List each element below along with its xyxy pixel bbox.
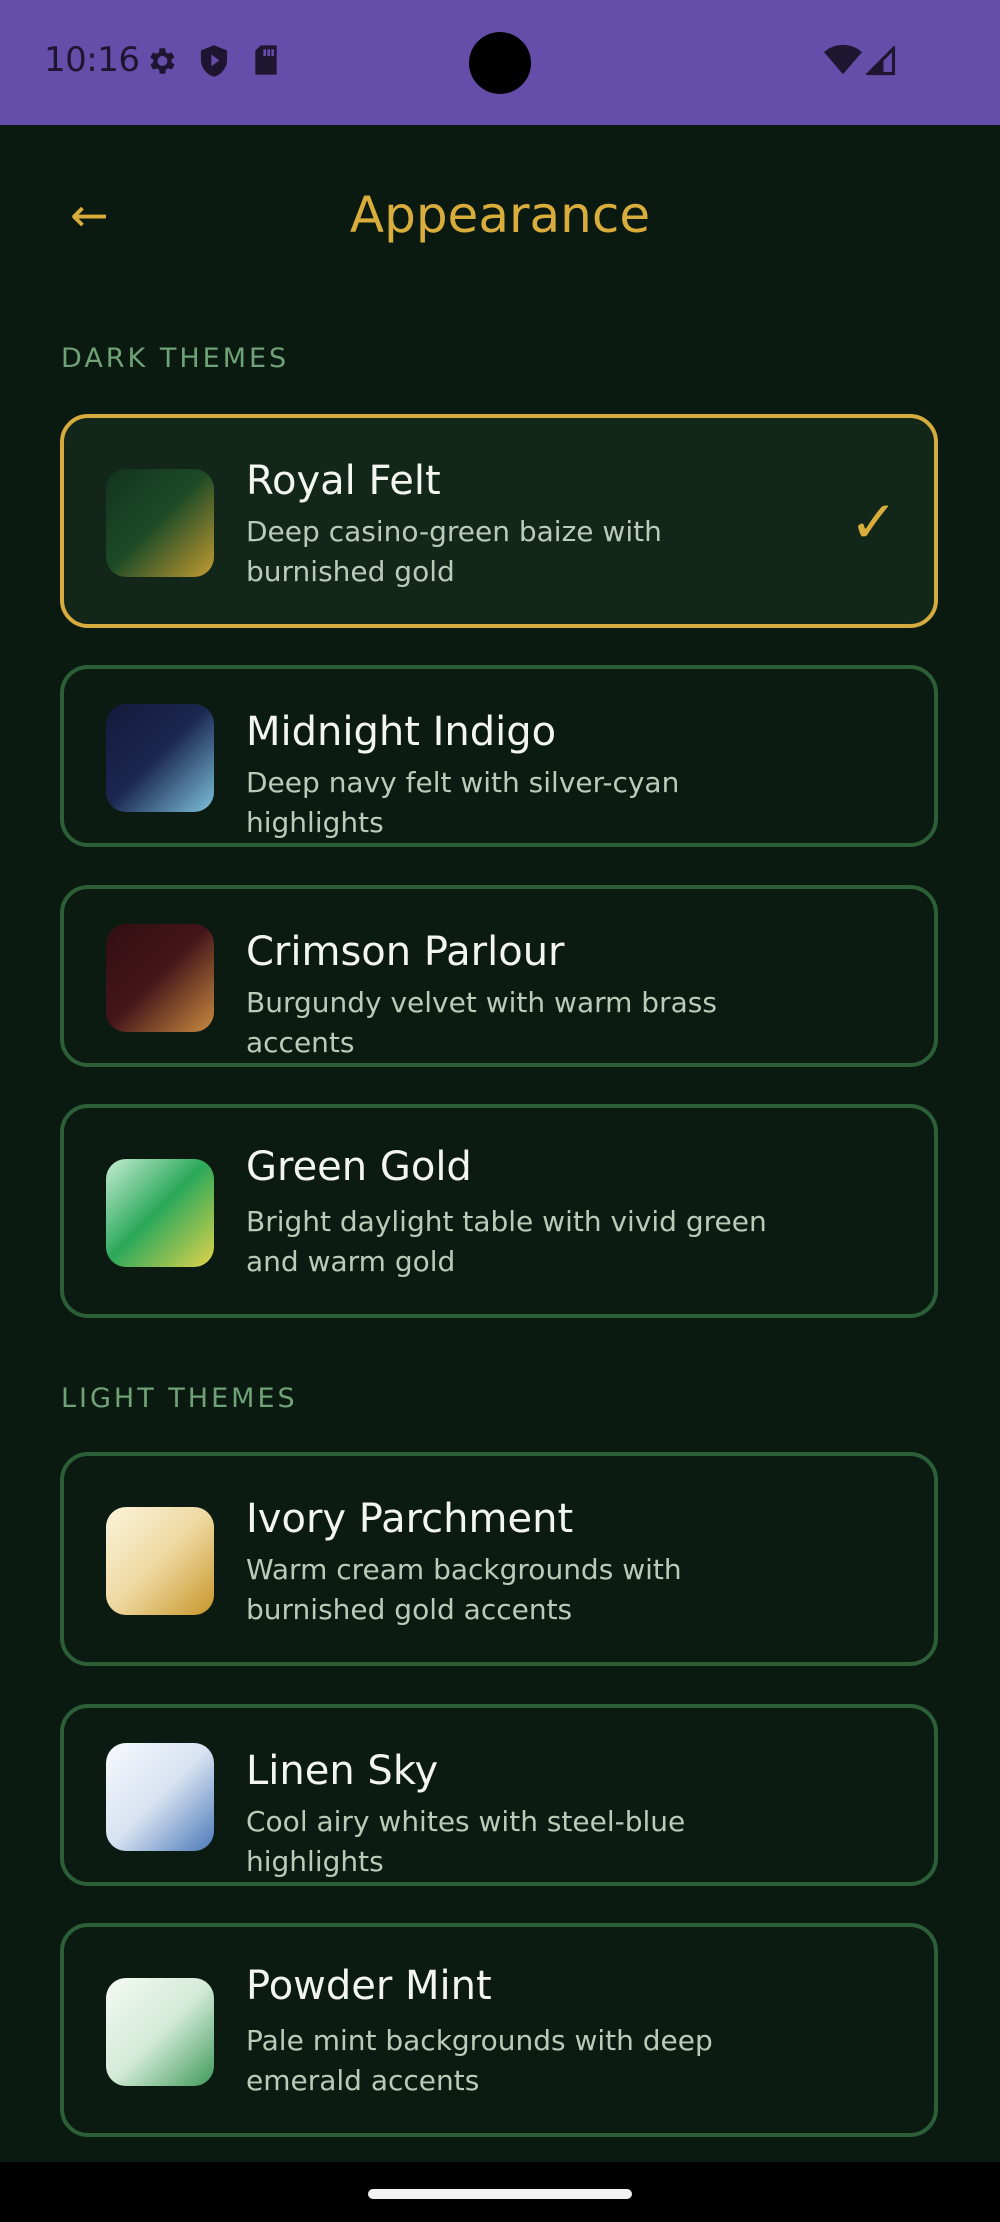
theme-card-linen-sky[interactable]: Linen Sky Cool airy whites with steel-bl… (60, 1704, 938, 1886)
page-title: Appearance (349, 186, 651, 244)
theme-card-green-gold[interactable]: Green Gold Bright daylight table with vi… (60, 1104, 938, 1318)
theme-swatch (106, 469, 214, 577)
theme-swatch (106, 1978, 214, 2086)
theme-card-royal-felt[interactable]: Royal Felt Deep casino-green baize with … (60, 414, 938, 628)
wifi-icon (824, 44, 862, 80)
theme-swatch (106, 1507, 214, 1615)
theme-description: Warm cream backgrounds with burnished go… (246, 1553, 682, 1626)
theme-name: Linen Sky (246, 1748, 439, 1794)
section-header-light-themes: LIGHT THEMES (61, 1383, 298, 1414)
gear-icon (144, 44, 178, 82)
shield-icon (198, 44, 230, 82)
theme-swatch (106, 704, 214, 812)
theme-name: Powder Mint (246, 1963, 492, 2009)
section-header-dark-themes: DARK THEMES (61, 343, 290, 374)
theme-description: Cool airy whites with steel-blue highlig… (246, 1805, 686, 1878)
theme-name: Midnight Indigo (246, 709, 557, 755)
theme-description: Deep navy felt with silver-cyan highligh… (246, 766, 680, 839)
theme-description: Bright daylight table with vivid green a… (246, 1205, 767, 1278)
theme-swatch (106, 1159, 214, 1267)
theme-name: Ivory Parchment (246, 1496, 574, 1542)
status-time: 10:16 (44, 40, 140, 80)
theme-name: Royal Felt (246, 458, 441, 504)
theme-description: Burgundy velvet with warm brass accents (246, 986, 717, 1059)
theme-description: Pale mint backgrounds with deep emerald … (246, 2024, 713, 2097)
home-gesture-handle[interactable] (368, 2189, 632, 2199)
theme-card-crimson-parlour[interactable]: Crimson Parlour Burgundy velvet with war… (60, 885, 938, 1067)
sd-card-icon (252, 44, 280, 80)
signal-icon (864, 44, 896, 80)
theme-name: Green Gold (246, 1144, 472, 1190)
theme-swatch (106, 1743, 214, 1851)
theme-card-midnight-indigo[interactable]: Midnight Indigo Deep navy felt with silv… (60, 665, 938, 847)
status-bar: 10:16 (0, 0, 1000, 125)
theme-description: Deep casino-green baize with burnished g… (246, 515, 662, 588)
theme-card-powder-mint[interactable]: Powder Mint Pale mint backgrounds with d… (60, 1923, 938, 2137)
theme-card-ivory-parchment[interactable]: Ivory Parchment Warm cream backgrounds w… (60, 1452, 938, 1666)
theme-swatch (106, 924, 214, 1032)
front-camera (469, 32, 531, 94)
theme-name: Crimson Parlour (246, 929, 565, 975)
checkmark-icon: ✓ (849, 488, 898, 556)
